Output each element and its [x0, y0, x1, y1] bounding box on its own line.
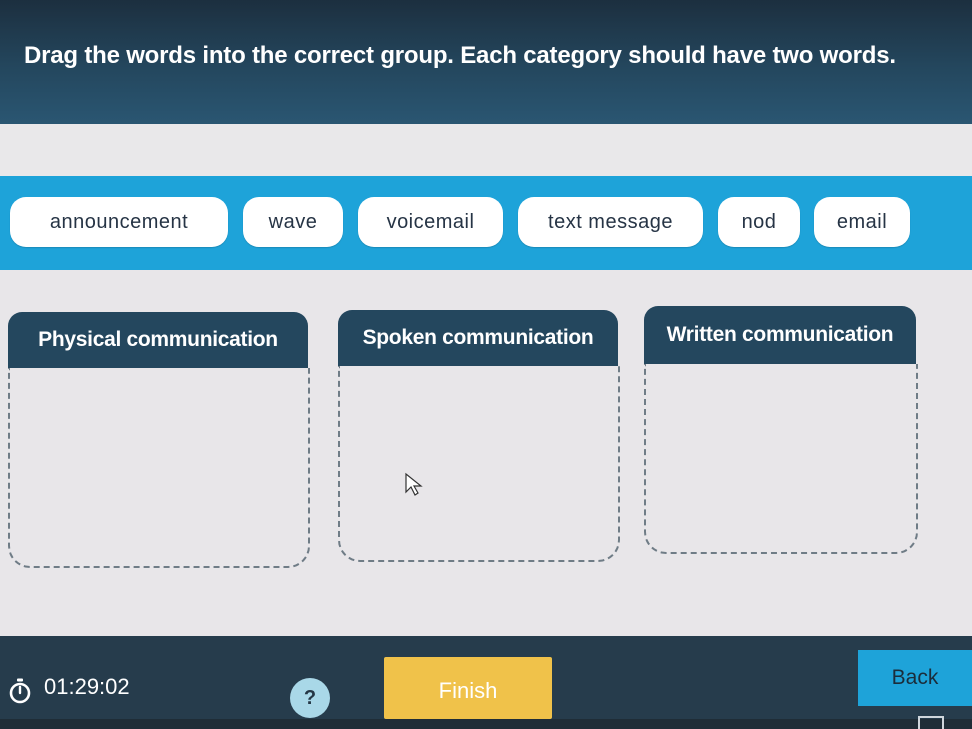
word-chip-voicemail[interactable]: voicemail — [358, 197, 503, 247]
drop-zone-spoken[interactable] — [338, 366, 620, 562]
word-chip-email[interactable]: email — [814, 197, 910, 247]
back-button[interactable]: Back — [858, 650, 972, 706]
word-chip-announcement[interactable]: announcement — [10, 197, 228, 247]
taskbar-strip — [0, 719, 972, 729]
timer-readout: 01:29:02 — [44, 674, 130, 699]
category-header-physical: Physical communication — [8, 312, 308, 368]
word-chip-nod[interactable]: nod — [718, 197, 800, 247]
drop-zone-written[interactable] — [644, 364, 918, 554]
cursor-icon — [405, 472, 423, 496]
drop-zone-physical[interactable] — [8, 368, 310, 568]
finish-button[interactable]: Finish — [384, 657, 552, 719]
category-header-spoken: Spoken communication — [338, 310, 618, 366]
word-chip-text-message[interactable]: text message — [518, 197, 703, 247]
category-header-written: Written communication — [644, 306, 916, 364]
question-header: Drag the words into the correct group. E… — [0, 0, 972, 124]
instruction-text: Drag the words into the correct group. E… — [24, 42, 896, 69]
spacer — [0, 124, 972, 176]
word-chip-wave[interactable]: wave — [243, 197, 343, 247]
window-icon — [918, 716, 944, 729]
help-button[interactable]: ? — [290, 678, 330, 718]
stopwatch-icon — [9, 678, 31, 704]
